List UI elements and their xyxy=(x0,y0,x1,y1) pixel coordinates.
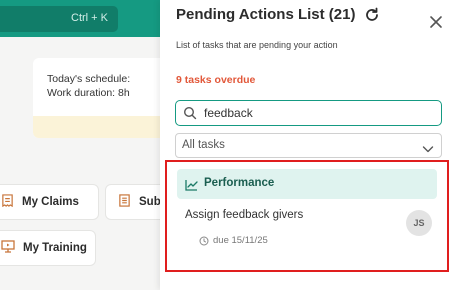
task-name: Assign feedback givers xyxy=(185,209,304,221)
overdue-count: 9 tasks overdue xyxy=(176,74,256,86)
task-due-date: due 15/11/25 xyxy=(199,235,268,246)
chart-trend-icon xyxy=(185,178,198,191)
sub-tile-label: Sub xyxy=(139,196,160,208)
global-search-bar[interactable]: Ctrl + K xyxy=(0,6,118,32)
my-training-tile[interactable]: My Training xyxy=(0,230,96,266)
receipt-icon xyxy=(1,194,14,210)
my-claims-label: My Claims xyxy=(22,196,79,208)
task-item[interactable]: Assign feedback givers due 15/11/25 JS xyxy=(177,200,437,266)
sub-tile[interactable]: Sub xyxy=(105,184,160,220)
search-input[interactable] xyxy=(204,105,434,121)
my-claims-tile[interactable]: My Claims xyxy=(0,184,99,220)
task-search-field[interactable] xyxy=(175,100,442,126)
training-icon xyxy=(1,240,15,256)
clock-icon xyxy=(199,236,209,245)
close-icon[interactable] xyxy=(428,14,444,30)
panel-subtitle: List of tasks that are pending your acti… xyxy=(176,40,338,50)
pending-actions-panel: Pending Actions List (21) List of tasks … xyxy=(160,0,456,290)
panel-title: Pending Actions List (21) xyxy=(176,6,356,23)
refresh-icon[interactable] xyxy=(363,6,381,24)
schedule-card: Today's schedule: Work duration: 8h xyxy=(33,58,160,138)
receipt-icon xyxy=(118,194,131,210)
schedule-label: Today's schedule: xyxy=(47,73,131,85)
task-group-header[interactable]: Performance xyxy=(177,169,437,199)
task-due-text: due 15/11/25 xyxy=(213,235,268,246)
task-filter-value: All tasks xyxy=(182,139,225,151)
work-duration: Work duration: 8h xyxy=(47,87,130,99)
schedule-card-band xyxy=(33,116,160,138)
task-filter-select[interactable]: All tasks xyxy=(175,133,442,158)
avatar[interactable]: JS xyxy=(406,210,432,236)
chevron-down-icon xyxy=(422,141,434,153)
task-group-label: Performance xyxy=(204,177,275,189)
search-icon xyxy=(183,106,197,120)
background-page: Ctrl + K Today's schedule: Work duration… xyxy=(0,0,160,290)
my-training-label: My Training xyxy=(23,242,87,254)
search-shortcut-hint: Ctrl + K xyxy=(71,12,108,24)
app-header: Ctrl + K xyxy=(0,0,160,37)
